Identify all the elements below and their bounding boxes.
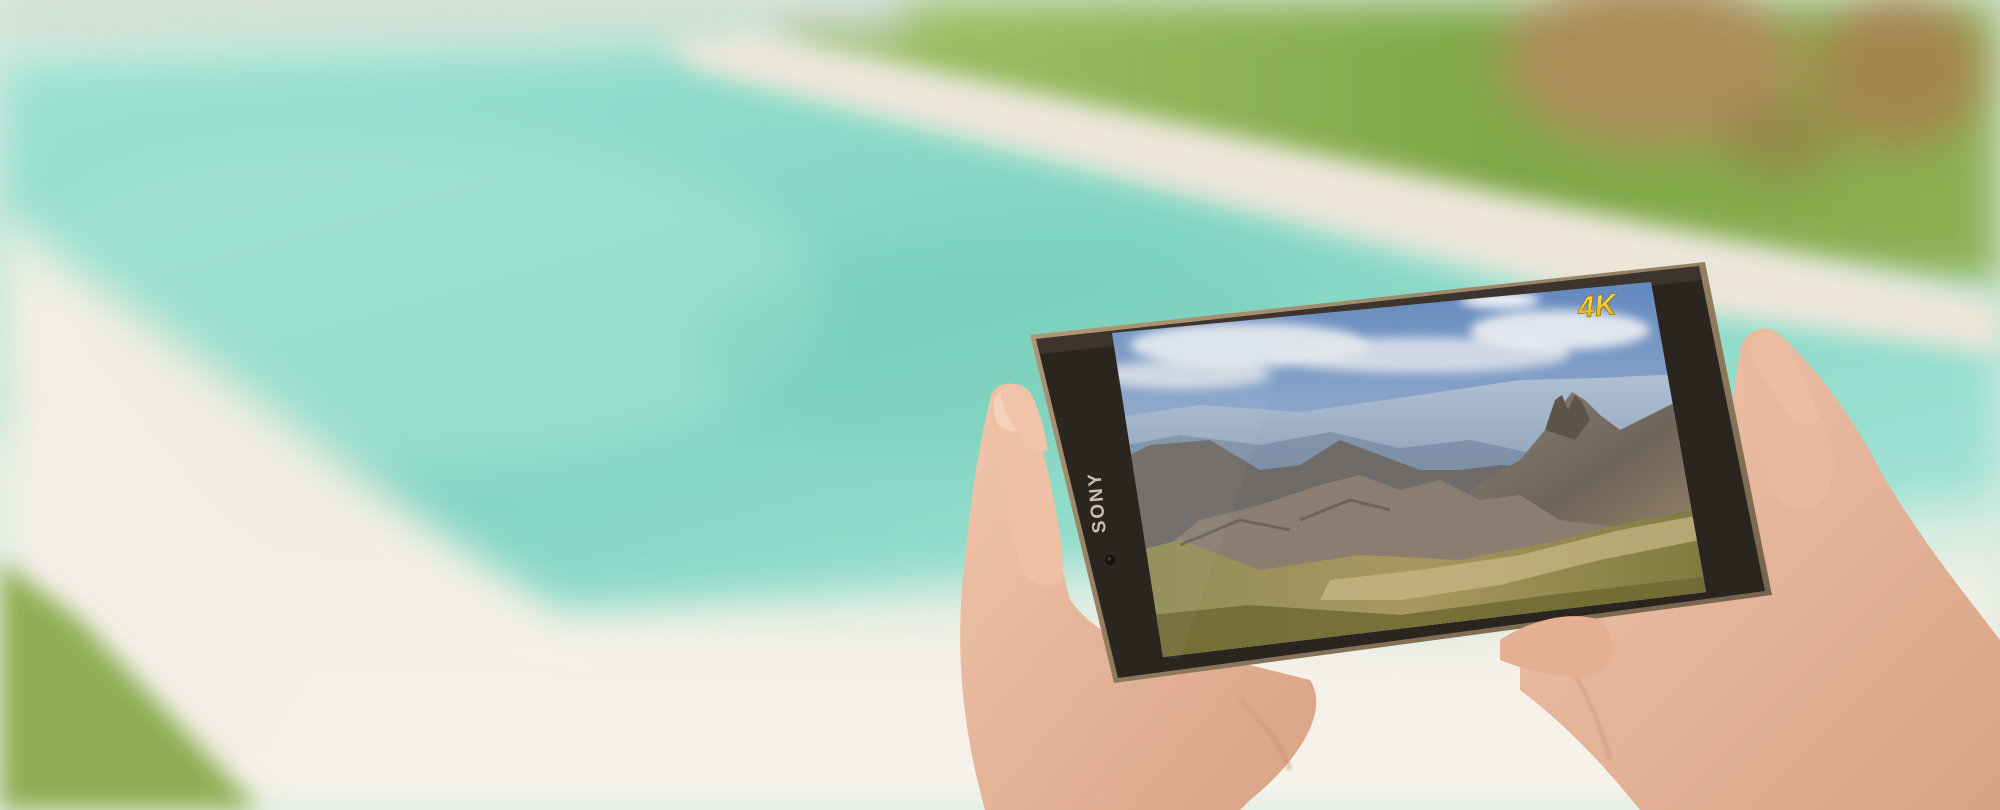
- scene-illustration: 4K SONY: [0, 0, 2000, 810]
- 4k-badge: 4K: [1575, 288, 1620, 325]
- 4k-badge-group: 4K: [1575, 288, 1620, 325]
- photo-scene: 4K SONY: [0, 0, 2000, 810]
